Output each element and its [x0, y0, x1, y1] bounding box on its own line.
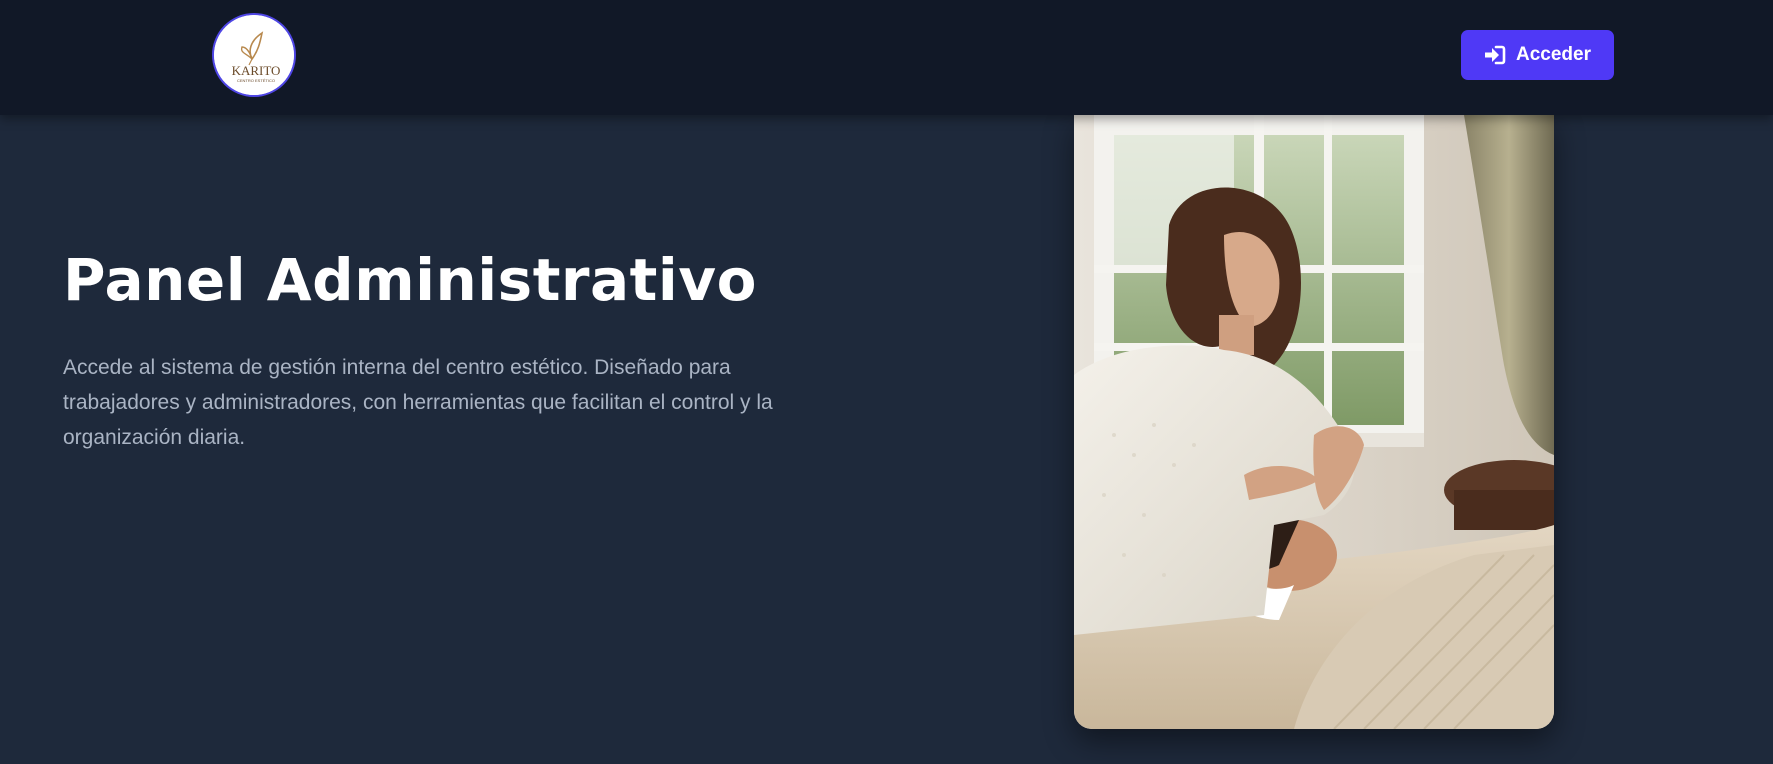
brand-logo[interactable]: KARITO CENTRO ESTÉTICO	[214, 15, 294, 95]
login-button[interactable]: Acceder	[1461, 30, 1614, 80]
logo-subtext: CENTRO ESTÉTICO	[237, 78, 275, 83]
login-button-label: Acceder	[1516, 44, 1591, 65]
top-navbar: KARITO CENTRO ESTÉTICO Acceder	[0, 0, 1773, 115]
logo-text: KARITO	[232, 63, 281, 78]
hero-photo	[1074, 115, 1554, 729]
page-title: Panel Administrativo	[63, 246, 757, 314]
hero-description: Accede al sistema de gestión interna del…	[63, 356, 773, 449]
spa-treatment-image	[1074, 115, 1554, 729]
butterfly-icon: KARITO CENTRO ESTÉTICO	[214, 15, 294, 95]
sign-in-icon	[1485, 45, 1506, 65]
